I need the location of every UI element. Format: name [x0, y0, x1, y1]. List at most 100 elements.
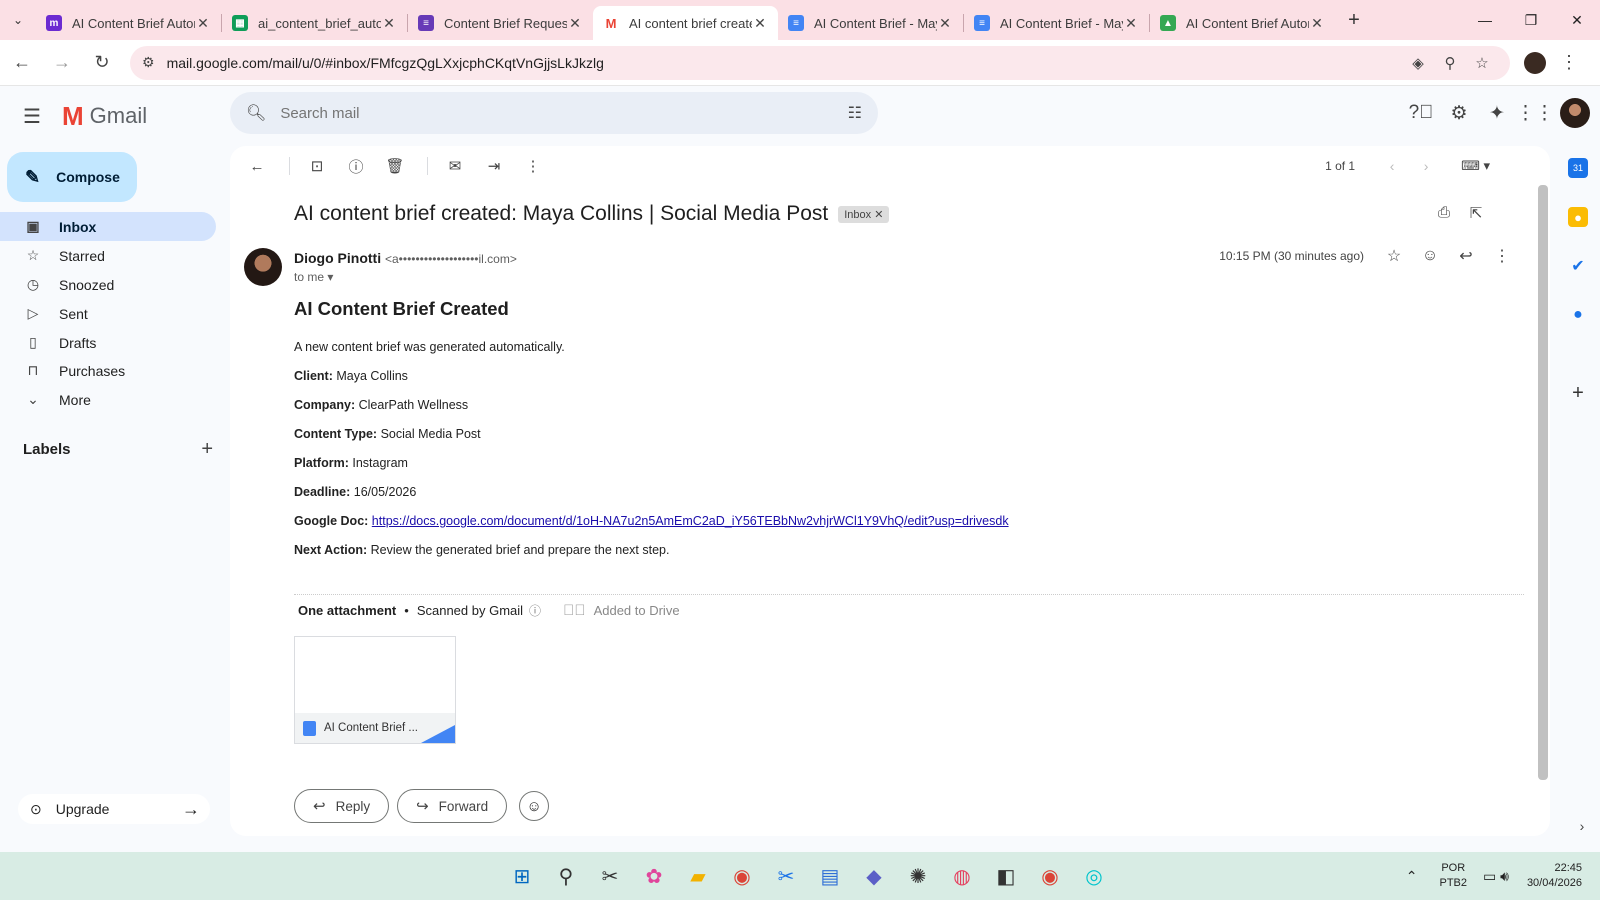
- upgrade-button[interactable]: ⊙ Upgrade →: [18, 794, 210, 824]
- inbox-label-badge[interactable]: Inbox ✕: [838, 205, 890, 223]
- browser-tab[interactable]: ▲ AI Content Brief Autom ✕: [1150, 6, 1335, 40]
- close-icon[interactable]: ✕: [1309, 15, 1325, 32]
- reload-icon[interactable]: ↻: [84, 45, 120, 81]
- emoji-react-icon[interactable]: ☺: [1412, 247, 1448, 265]
- browser-tab[interactable]: m AI Content Brief Autom ✕: [36, 6, 221, 40]
- copilot-icon[interactable]: ✿: [632, 856, 676, 896]
- close-icon[interactable]: ✕: [937, 15, 953, 32]
- mark-unread-icon[interactable]: ✉: [438, 149, 472, 183]
- browser-tab-active[interactable]: M AI content brief created ✕: [593, 6, 778, 40]
- calendar-icon[interactable]: 31: [1568, 158, 1588, 178]
- back-to-inbox-icon[interactable]: ←: [240, 149, 274, 183]
- search-options-icon[interactable]: ☷: [848, 103, 862, 123]
- browser-tab[interactable]: ▦ ai_content_brief_autom ✕: [222, 6, 407, 40]
- message-scrollbar[interactable]: [1538, 185, 1548, 780]
- sidebar-item-drafts[interactable]: ▯ Drafts: [0, 328, 216, 357]
- search-icon[interactable]: 🔍︎: [246, 103, 266, 123]
- tasks-icon[interactable]: ✔: [1568, 256, 1588, 276]
- older-icon[interactable]: ›: [1409, 158, 1443, 174]
- windows-start-icon[interactable]: ⊞: [500, 856, 544, 896]
- account-avatar[interactable]: [1560, 98, 1590, 128]
- extension-icon[interactable]: ◈: [1402, 54, 1434, 72]
- google-doc-link[interactable]: https://docs.google.com/document/d/1oH-N…: [372, 514, 1009, 528]
- main-menu-icon[interactable]: ☰: [8, 92, 56, 140]
- canva-icon[interactable]: ◎: [1072, 856, 1116, 896]
- sidebar-item-sent[interactable]: ▷ Sent: [0, 299, 216, 328]
- creative-cloud-icon[interactable]: ◍: [940, 856, 984, 896]
- browser-menu-icon[interactable]: ⋮: [1554, 52, 1584, 73]
- close-icon[interactable]: ✕: [752, 15, 768, 32]
- zoom-icon[interactable]: ⚲: [1434, 54, 1466, 72]
- close-icon[interactable]: ✕: [381, 15, 397, 32]
- address-bar[interactable]: ⚙ mail.google.com/mail/u/0/#inbox/FMfcgz…: [130, 45, 1510, 80]
- search-input[interactable]: [280, 104, 848, 122]
- chatgpt-icon[interactable]: ✺: [896, 856, 940, 896]
- gmail-logo[interactable]: M Gmail: [62, 101, 147, 132]
- capcut-app-icon[interactable]: ◧: [984, 856, 1028, 896]
- print-icon[interactable]: ⎙: [1428, 204, 1460, 222]
- delete-icon[interactable]: 🗑︎: [378, 149, 412, 183]
- snipping-tool-icon[interactable]: ✂: [764, 856, 808, 896]
- capcut-icon[interactable]: ✂: [588, 856, 632, 896]
- recipients-toggle[interactable]: to me ▾: [294, 270, 333, 284]
- notepad-icon[interactable]: ▤: [808, 856, 852, 896]
- chrome-profile-icon[interactable]: ◉: [1028, 856, 1072, 896]
- newer-icon[interactable]: ‹: [1375, 158, 1409, 174]
- open-new-window-icon[interactable]: ⇱: [1460, 204, 1492, 222]
- close-icon[interactable]: ✕: [1123, 15, 1139, 32]
- keep-icon[interactable]: ●: [1568, 207, 1588, 227]
- new-tab-button[interactable]: +: [1339, 9, 1369, 32]
- app-icon[interactable]: ◆: [852, 856, 896, 896]
- emoji-reaction-button[interactable]: ☺: [519, 791, 550, 821]
- reply-button[interactable]: ↩ Reply: [294, 789, 390, 823]
- add-label-icon[interactable]: +: [201, 438, 213, 461]
- clock[interactable]: 22:45 30/04/2026: [1527, 861, 1582, 891]
- restore-icon[interactable]: ❐: [1508, 0, 1554, 40]
- message-more-icon[interactable]: ⋮: [1484, 246, 1520, 266]
- sidebar-item-purchases[interactable]: ⊓ Purchases: [0, 356, 216, 385]
- browser-tab[interactable]: ≡ AI Content Brief - May ✕: [964, 6, 1149, 40]
- search-icon[interactable]: ⚲: [544, 856, 588, 896]
- browser-tab[interactable]: ≡ AI Content Brief - May ✕: [778, 6, 963, 40]
- sidebar-item-more[interactable]: ⌄ More: [0, 385, 216, 414]
- attachment-card[interactable]: AI Content Brief ...: [294, 636, 456, 744]
- tab-search-icon[interactable]: ⌄: [0, 0, 36, 40]
- apps-grid-icon[interactable]: ⋮⋮: [1516, 94, 1554, 132]
- network-volume-icon[interactable]: ▭ 🔊︎: [1483, 868, 1509, 885]
- sender-name[interactable]: Diogo Pinotti: [294, 250, 381, 266]
- input-language[interactable]: POR PTB2: [1439, 861, 1467, 891]
- file-explorer-icon[interactable]: ▰: [676, 856, 720, 896]
- site-info-icon[interactable]: ⚙: [142, 54, 155, 71]
- minimize-icon[interactable]: —: [1462, 0, 1508, 40]
- move-to-icon[interactable]: ⇥: [477, 149, 511, 183]
- help-icon[interactable]: ?⃝: [1402, 94, 1440, 132]
- archive-icon[interactable]: ⊡: [300, 149, 334, 183]
- sidebar-item-starred[interactable]: ☆ Starred: [0, 241, 216, 270]
- forward-button[interactable]: ↪ Forward: [397, 789, 508, 823]
- reply-icon[interactable]: ↩: [1448, 246, 1484, 266]
- show-side-panel-icon[interactable]: ›: [1572, 816, 1592, 836]
- browser-tab[interactable]: ≡ Content Brief Request F ✕: [408, 6, 593, 40]
- sender-avatar[interactable]: [244, 248, 282, 286]
- input-tools-icon[interactable]: ⌨ ▾: [1461, 158, 1490, 174]
- forward-icon[interactable]: →: [44, 45, 80, 81]
- contacts-icon[interactable]: ●: [1568, 305, 1588, 325]
- close-icon[interactable]: ✕: [195, 15, 211, 32]
- gemini-sparkle-icon[interactable]: ✦: [1478, 94, 1516, 132]
- close-icon[interactable]: ✕: [567, 15, 583, 32]
- compose-button[interactable]: ✎ Compose: [7, 152, 137, 202]
- chrome-icon[interactable]: ◉: [720, 856, 764, 896]
- back-icon[interactable]: ←: [4, 45, 40, 81]
- more-options-icon[interactable]: ⋮: [516, 149, 550, 183]
- sidebar-item-inbox[interactable]: ▣ Inbox: [0, 212, 216, 241]
- sidebar-item-snoozed[interactable]: ◷ Snoozed: [0, 270, 216, 299]
- settings-gear-icon[interactable]: ⚙: [1440, 94, 1478, 132]
- report-spam-icon[interactable]: ⓘ: [339, 149, 373, 183]
- get-addons-icon[interactable]: +: [1568, 382, 1588, 404]
- show-hidden-icons-icon[interactable]: ⌃: [1406, 868, 1418, 885]
- browser-profile-avatar[interactable]: [1524, 51, 1546, 74]
- info-icon[interactable]: ⓘ: [529, 602, 541, 619]
- bookmark-star-icon[interactable]: ☆: [1466, 54, 1498, 72]
- star-icon[interactable]: ☆: [1376, 246, 1412, 266]
- close-window-icon[interactable]: ✕: [1554, 0, 1600, 40]
